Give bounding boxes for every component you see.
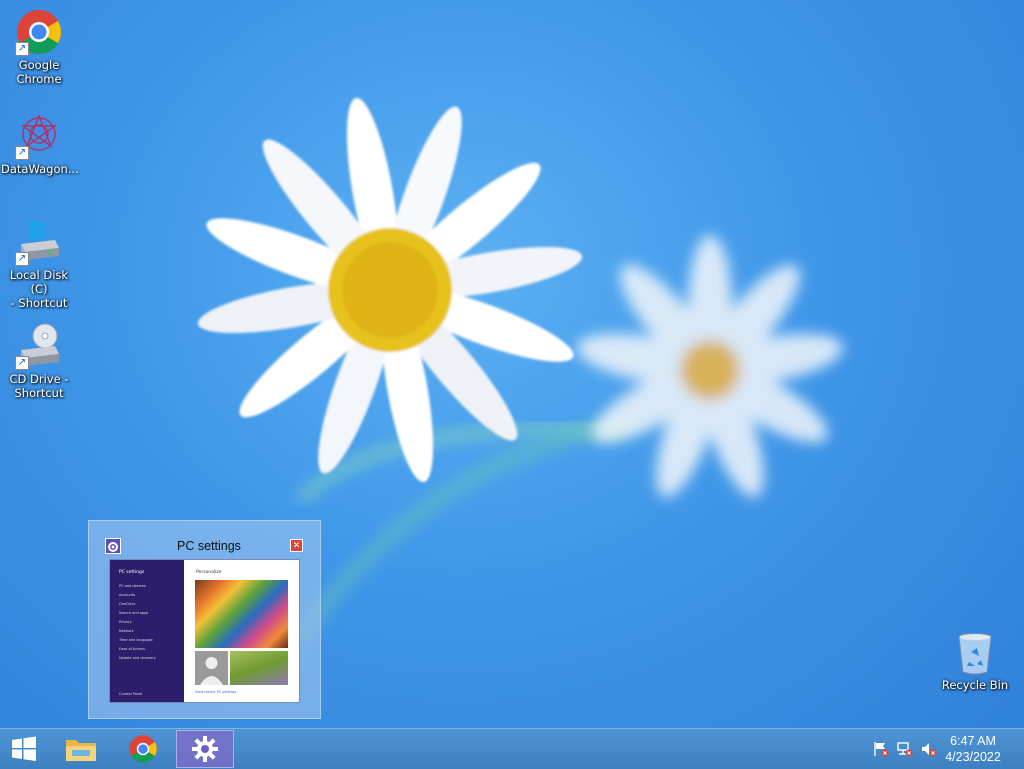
desktop-icon-recycle-bin[interactable]: Recycle Bin: [937, 632, 1013, 692]
preview-title: PC settings: [177, 539, 241, 553]
start-background-image: [230, 651, 288, 685]
lock-screen-image: [195, 580, 288, 648]
folder-icon: [66, 740, 96, 761]
mini-sidebar-item: Search and apps: [119, 611, 149, 615]
mini-sidebar-item: Privacy: [119, 620, 132, 624]
start-button[interactable]: [0, 730, 48, 768]
taskbar-clock[interactable]: 6:47 AM 4/23/2022: [940, 733, 1006, 765]
desktop-icon-label: CD Drive - Shortcut: [9, 372, 69, 400]
gear-icon: [105, 538, 121, 554]
mini-sidebar-item: Ease of Access: [119, 647, 145, 651]
volume-muted-icon[interactable]: [920, 741, 938, 757]
desktop-icon-datawagon[interactable]: ↗ DataWagon...: [1, 112, 79, 176]
taskbar-thumbnail-preview[interactable]: PC settings ✕ PC settings PC and devices…: [88, 520, 321, 719]
network-icon[interactable]: [896, 741, 914, 757]
shortcut-arrow-icon: ↗: [15, 42, 29, 56]
shortcut-arrow-icon: ↗: [15, 252, 29, 266]
preview-close-button[interactable]: ✕: [290, 539, 303, 552]
shortcut-arrow-icon: ↗: [15, 356, 29, 370]
action-center-flag-icon[interactable]: [872, 741, 890, 757]
mini-sidebar-title: PC settings: [119, 570, 145, 575]
desktop-icon-label: DataWagon...: [1, 162, 79, 176]
taskbar-pc-settings-button[interactable]: [176, 730, 234, 768]
preview-window-thumbnail[interactable]: PC settings PC and devices Accounts OneD…: [109, 559, 300, 703]
chrome-icon: [129, 735, 157, 763]
account-picture: [195, 651, 228, 685]
chrome-icon: ↗: [15, 8, 63, 56]
taskbar-chrome-button[interactable]: [114, 730, 172, 768]
desktop-icon-label: Local Disk (C) - Shortcut: [9, 268, 69, 310]
datawagon-icon: ↗: [15, 112, 63, 160]
mini-sidebar-item: Network: [119, 629, 134, 633]
mini-sidebar: PC settings PC and devices Accounts OneD…: [110, 560, 184, 702]
mini-sidebar-item: Time and language: [119, 638, 153, 642]
hard-drive-icon: ↗: [15, 218, 63, 266]
cd-drive-icon: ↗: [15, 322, 63, 370]
desktop-icon-chrome[interactable]: ↗ Google Chrome: [1, 8, 77, 86]
mini-header: Personalize: [196, 570, 222, 575]
desktop-icon-label: Google Chrome: [16, 58, 62, 86]
windows-logo-icon: [12, 736, 36, 761]
clock-time: 6:47 AM: [950, 734, 996, 748]
mini-sidebar-item: PC and devices: [119, 584, 146, 588]
mini-sidebar-item: OneDrive: [119, 602, 136, 606]
desktop-icon-cd-drive[interactable]: ↗ CD Drive - Shortcut: [1, 322, 77, 400]
mini-sidebar-item: Accounts: [119, 593, 135, 597]
mini-sidebar-footer: Control Panel: [119, 692, 143, 696]
gear-icon: [192, 736, 218, 762]
mini-sidebar-item: Update and recovery: [119, 656, 156, 660]
taskbar: 6:47 AM 4/23/2022: [0, 728, 1024, 769]
clock-date: 4/23/2022: [945, 750, 1001, 764]
mini-link: View recent PC settings: [195, 690, 237, 694]
shortcut-arrow-icon: ↗: [15, 146, 29, 160]
desktop-icon-local-disk[interactable]: ↗ Local Disk (C) - Shortcut: [1, 218, 77, 310]
taskbar-file-explorer-button[interactable]: [52, 730, 110, 768]
recycle-bin-icon: [951, 632, 999, 676]
desktop-icon-label: Recycle Bin: [941, 678, 1009, 692]
